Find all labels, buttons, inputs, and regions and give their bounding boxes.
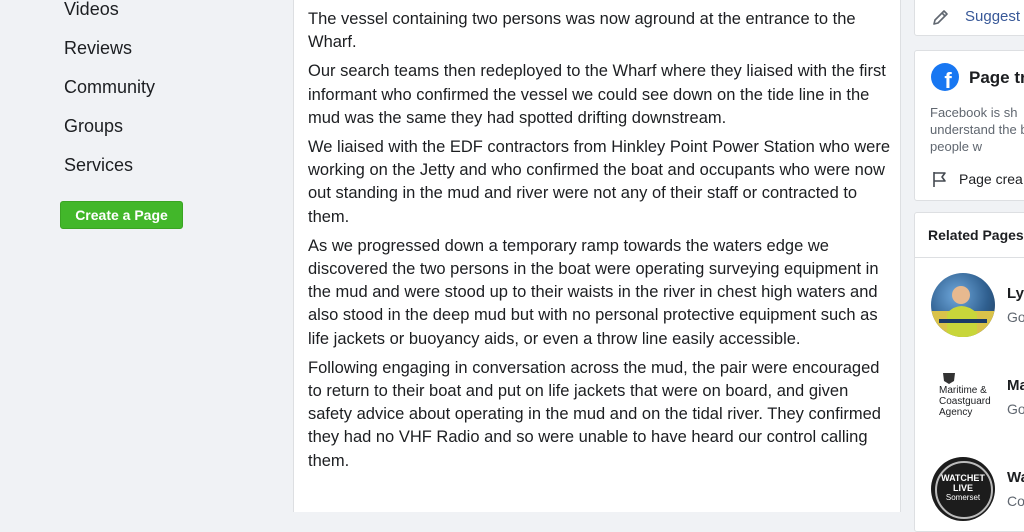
page-created-link[interactable]: Page crea — [959, 171, 1023, 187]
page-transparency-title: Page tr — [969, 68, 1024, 87]
flag-icon — [933, 172, 946, 187]
post-card: The vessel containing two persons was no… — [293, 0, 901, 512]
facebook-logo-icon: f — [931, 63, 959, 91]
post-paragraph: We liaised with the EDF contractors from… — [308, 138, 891, 226]
page-transparency-text: Facebook is sh understand the by the peo… — [930, 105, 1024, 154]
related-page-name[interactable]: Wa — [1007, 469, 1024, 486]
related-page-action[interactable]: Go — [1007, 309, 1024, 325]
related-pages-card: Related Pages Ly Go Maritime & Coastguar… — [914, 212, 1024, 532]
related-page-action[interactable]: Co — [1007, 493, 1024, 509]
pencil-icon — [933, 10, 948, 25]
watchet-live-logo: WATCHET LIVE — [941, 473, 985, 493]
sidebar-item-videos[interactable]: Videos — [64, 0, 119, 20]
page-transparency-card: f Page tr Facebook is sh understand the … — [914, 50, 1024, 201]
post-text: The vessel containing two persons was no… — [308, 8, 893, 479]
related-page-action[interactable]: Go — [1007, 401, 1024, 417]
watchet-live-subtext: Somerset — [945, 493, 981, 502]
crest-icon — [943, 373, 955, 384]
suggest-edits-card[interactable]: Suggest — [914, 0, 1024, 36]
create-page-button[interactable]: Create a Page — [60, 201, 183, 229]
lifeguard-photo-icon — [931, 286, 995, 337]
post-paragraph: As we progressed down a temporary ramp t… — [308, 236, 879, 348]
maritime-coastguard-logo: Maritime & Coastguard Agency — [939, 385, 991, 418]
sidebar-item-groups[interactable]: Groups — [64, 115, 123, 137]
sidebar-item-services[interactable]: Services — [64, 154, 133, 176]
related-page-avatar[interactable]: Maritime & Coastguard Agency — [931, 365, 995, 429]
sidebar-item-community[interactable]: Community — [64, 76, 155, 98]
related-pages-title: Related Pages — [928, 227, 1024, 243]
suggest-edits-link[interactable]: Suggest — [965, 8, 1020, 25]
post-paragraph: Our search teams then redeployed to the … — [308, 62, 886, 127]
related-page-avatar[interactable]: WATCHET LIVE Somerset — [931, 457, 995, 521]
sidebar-item-reviews[interactable]: Reviews — [64, 37, 132, 59]
related-page-avatar[interactable] — [931, 273, 995, 337]
related-page-name[interactable]: Ma — [1007, 377, 1024, 394]
related-page-name[interactable]: Ly — [1007, 285, 1024, 302]
post-paragraph: The vessel containing two persons was no… — [308, 10, 856, 52]
post-paragraph: Following engaging in conversation acros… — [308, 358, 881, 470]
divider — [915, 257, 1024, 258]
